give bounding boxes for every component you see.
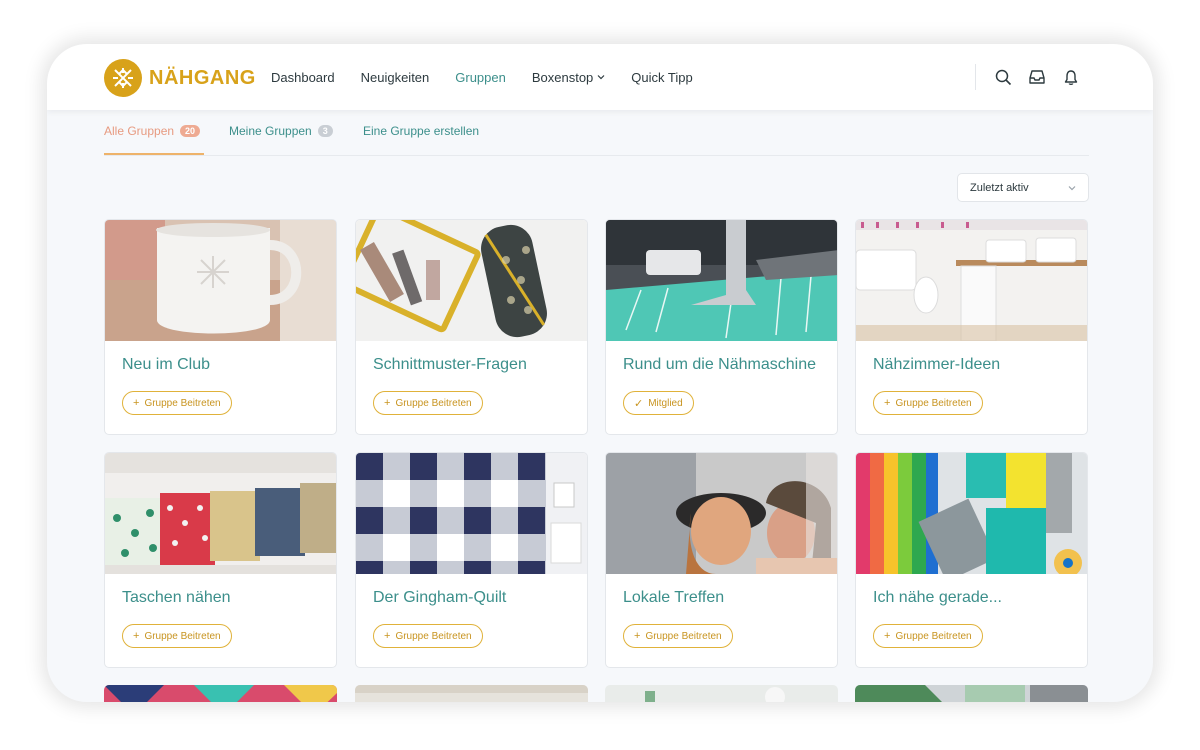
active-tab-indicator — [104, 153, 204, 155]
group-card-partial[interactable] — [355, 685, 588, 702]
join-group-label: Gruppe Beitreten — [895, 630, 972, 642]
member-status-button[interactable]: ✓ Mitglied — [623, 391, 694, 415]
plus-icon: + — [133, 630, 140, 642]
group-title[interactable]: Taschen nähen — [122, 589, 231, 607]
inbox-icon[interactable] — [1026, 66, 1048, 88]
member-status-label: Mitglied — [648, 397, 683, 409]
group-cover-image — [105, 453, 336, 574]
join-group-label: Gruppe Beitreten — [895, 397, 972, 409]
group-title[interactable]: Der Gingham-Quilt — [373, 589, 506, 607]
join-group-label: Gruppe Beitreten — [645, 630, 722, 642]
logo-mark-icon — [104, 59, 142, 97]
tab-gruppe-erstellen[interactable]: Eine Gruppe erstellen — [363, 124, 479, 138]
group-card[interactable]: Nähzimmer-Ideen + Gruppe Beitreten — [855, 219, 1088, 435]
search-icon[interactable] — [992, 66, 1014, 88]
group-title[interactable]: Neu im Club — [122, 356, 210, 374]
nav-divider — [975, 64, 976, 90]
group-title[interactable]: Schnittmuster-Fragen — [373, 356, 527, 374]
group-cover-image — [356, 220, 587, 341]
top-navigation-bar: NÄHGANG Dashboard Neuigkeiten Gruppen Bo… — [47, 44, 1153, 110]
join-group-label: Gruppe Beitreten — [395, 630, 472, 642]
tab-label: Alle Gruppen — [104, 124, 175, 138]
brand-name: NÄHGANG — [149, 66, 256, 89]
nav-item-dashboard[interactable]: Dashboard — [271, 70, 335, 85]
plus-icon: + — [384, 397, 391, 409]
group-card-partial[interactable] — [104, 685, 337, 702]
bell-icon[interactable] — [1060, 66, 1082, 88]
group-cover-image — [606, 220, 837, 341]
join-group-button[interactable]: + Gruppe Beitreten — [873, 624, 983, 648]
group-title[interactable]: Lokale Treffen — [623, 589, 724, 607]
group-card-partial[interactable] — [855, 685, 1088, 702]
group-cover-image — [606, 453, 837, 574]
group-cover-image — [356, 453, 587, 574]
main-nav: Dashboard Neuigkeiten Gruppen Boxenstop … — [271, 44, 719, 110]
app-window: NÄHGANG Dashboard Neuigkeiten Gruppen Bo… — [47, 44, 1153, 702]
join-group-label: Gruppe Beitreten — [144, 397, 221, 409]
join-group-button[interactable]: + Gruppe Beitreten — [122, 391, 232, 415]
group-card[interactable]: Taschen nähen + Gruppe Beitreten — [104, 452, 337, 668]
group-cover-image — [856, 220, 1087, 341]
join-group-label: Gruppe Beitreten — [144, 630, 221, 642]
group-card[interactable]: Schnittmuster-Fragen + Gruppe Beitreten — [355, 219, 588, 435]
group-card[interactable]: Lokale Treffen + Gruppe Beitreten — [605, 452, 838, 668]
join-group-button[interactable]: + Gruppe Beitreten — [122, 624, 232, 648]
group-card[interactable]: Ich nähe gerade... + Gruppe Beitreten — [855, 452, 1088, 668]
sort-value: Zuletzt aktiv — [970, 182, 1029, 194]
group-title[interactable]: Ich nähe gerade... — [873, 589, 1002, 607]
join-group-button[interactable]: + Gruppe Beitreten — [373, 391, 483, 415]
group-cover-image — [856, 453, 1087, 574]
group-card[interactable]: Neu im Club + Gruppe Beitreten — [104, 219, 337, 435]
sort-select[interactable]: Zuletzt aktiv — [957, 173, 1089, 202]
tab-label: Eine Gruppe erstellen — [363, 124, 480, 138]
plus-icon: + — [634, 630, 641, 642]
join-group-button[interactable]: + Gruppe Beitreten — [873, 391, 983, 415]
plus-icon: + — [133, 397, 140, 409]
plus-icon: + — [884, 397, 891, 409]
join-group-button[interactable]: + Gruppe Beitreten — [373, 624, 483, 648]
count-badge: 3 — [317, 125, 333, 137]
group-card[interactable]: Der Gingham-Quilt + Gruppe Beitreten — [355, 452, 588, 668]
tab-label: Meine Gruppen — [229, 124, 312, 138]
tab-meine-gruppen[interactable]: Meine Gruppen 3 — [229, 124, 333, 138]
group-tabs: Alle Gruppen 20 Meine Gruppen 3 Eine Gru… — [104, 110, 1089, 156]
group-card[interactable]: Rund um die Nähmaschine ✓ Mitglied — [605, 219, 838, 435]
group-title[interactable]: Nähzimmer-Ideen — [873, 356, 1000, 374]
count-badge: 20 — [180, 125, 201, 137]
check-icon: ✓ — [634, 397, 644, 410]
chevron-down-icon — [1068, 186, 1076, 191]
nav-item-boxenstop[interactable]: Boxenstop — [532, 70, 605, 85]
nav-item-boxenstop-label: Boxenstop — [531, 69, 594, 85]
group-title[interactable]: Rund um die Nähmaschine — [623, 356, 816, 374]
group-card-partial[interactable] — [605, 685, 838, 702]
join-group-label: Gruppe Beitreten — [395, 397, 472, 409]
join-group-button[interactable]: + Gruppe Beitreten — [623, 624, 733, 648]
nav-item-gruppen[interactable]: Gruppen — [455, 70, 506, 85]
nav-item-neuigkeiten[interactable]: Neuigkeiten — [361, 70, 430, 85]
nav-item-quick-tipp[interactable]: Quick Tipp — [631, 70, 692, 85]
group-cover-image — [105, 220, 336, 341]
plus-icon: + — [884, 630, 891, 642]
tab-alle-gruppen[interactable]: Alle Gruppen 20 — [104, 124, 201, 138]
plus-icon: + — [384, 630, 391, 642]
brand-logo[interactable]: NÄHGANG — [104, 58, 256, 98]
chevron-down-icon — [597, 75, 605, 80]
